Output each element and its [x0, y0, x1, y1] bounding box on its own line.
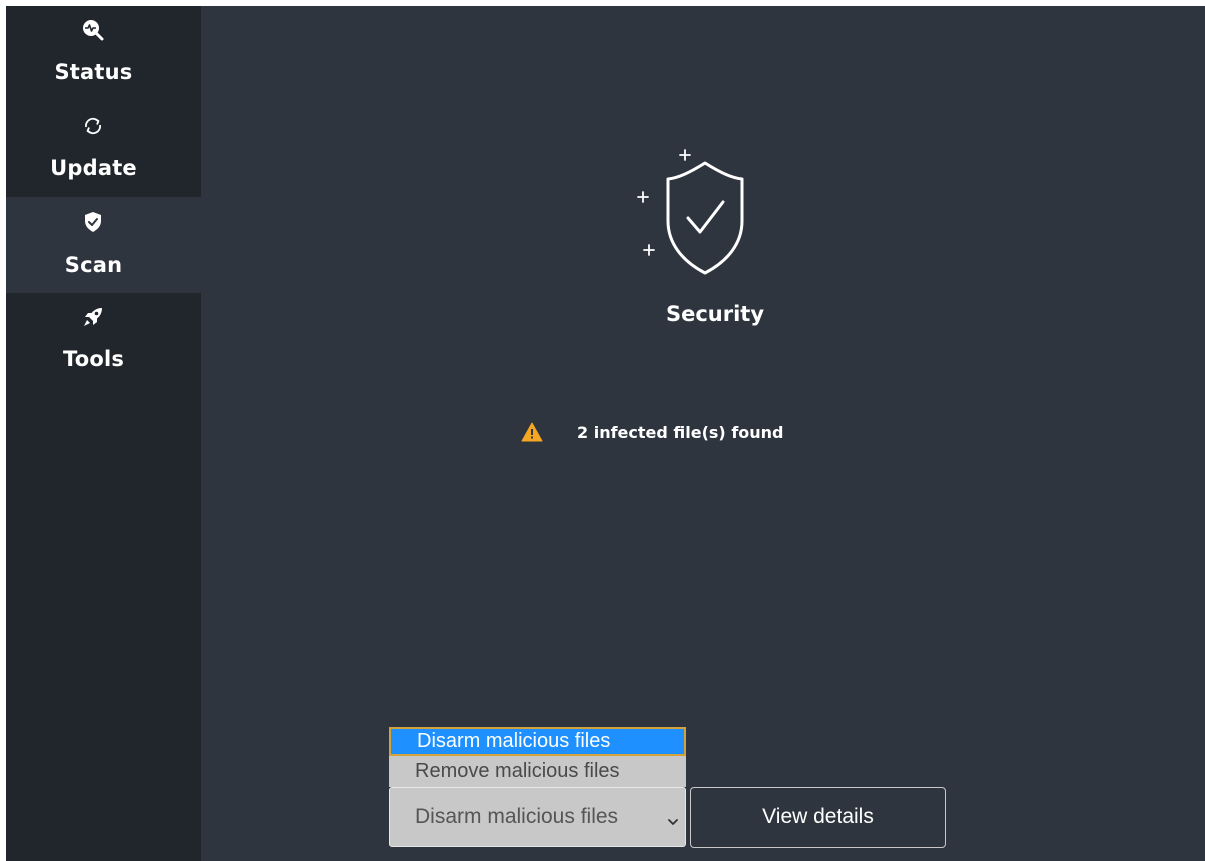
main-panel: Security 2 infected file(s) found Disarm… [201, 6, 1205, 861]
shield-check-outline-icon [626, 146, 776, 281]
status-magnifier-icon [81, 18, 105, 42]
shield-check-icon [81, 210, 105, 234]
sidebar-item-label: Status [54, 60, 133, 84]
page-title: Security [665, 302, 765, 326]
sidebar-item-label: Tools [62, 347, 125, 371]
status-message: 2 infected file(s) found [577, 422, 784, 442]
sidebar-item-status[interactable]: Status [6, 6, 201, 102]
scan-status: 2 infected file(s) found [521, 420, 784, 444]
action-select[interactable]: Disarm malicious files [389, 787, 686, 847]
sidebar-item-label: Update [50, 156, 137, 180]
app-window: Status Update Scan Tools Security 2 infe… [6, 6, 1205, 861]
view-details-button[interactable]: View details [690, 787, 946, 848]
rocket-icon [81, 305, 105, 329]
warning-triangle-icon [521, 422, 543, 442]
sidebar-item-tools[interactable]: Tools [6, 293, 201, 389]
select-value: Disarm malicious files [415, 805, 619, 828]
sidebar-item-update[interactable]: Update [6, 102, 201, 198]
dropdown-option-remove[interactable]: Remove malicious files [389, 757, 686, 786]
update-sync-icon [81, 114, 105, 138]
dropdown-option-disarm[interactable]: Disarm malicious files [389, 727, 686, 756]
chevron-down-icon [667, 812, 679, 825]
sidebar: Status Update Scan Tools [6, 6, 201, 861]
action-dropdown-list: Disarm malicious files Remove malicious … [389, 727, 686, 787]
sidebar-item-scan[interactable]: Scan [6, 197, 201, 293]
sidebar-item-label: Scan [64, 253, 123, 277]
